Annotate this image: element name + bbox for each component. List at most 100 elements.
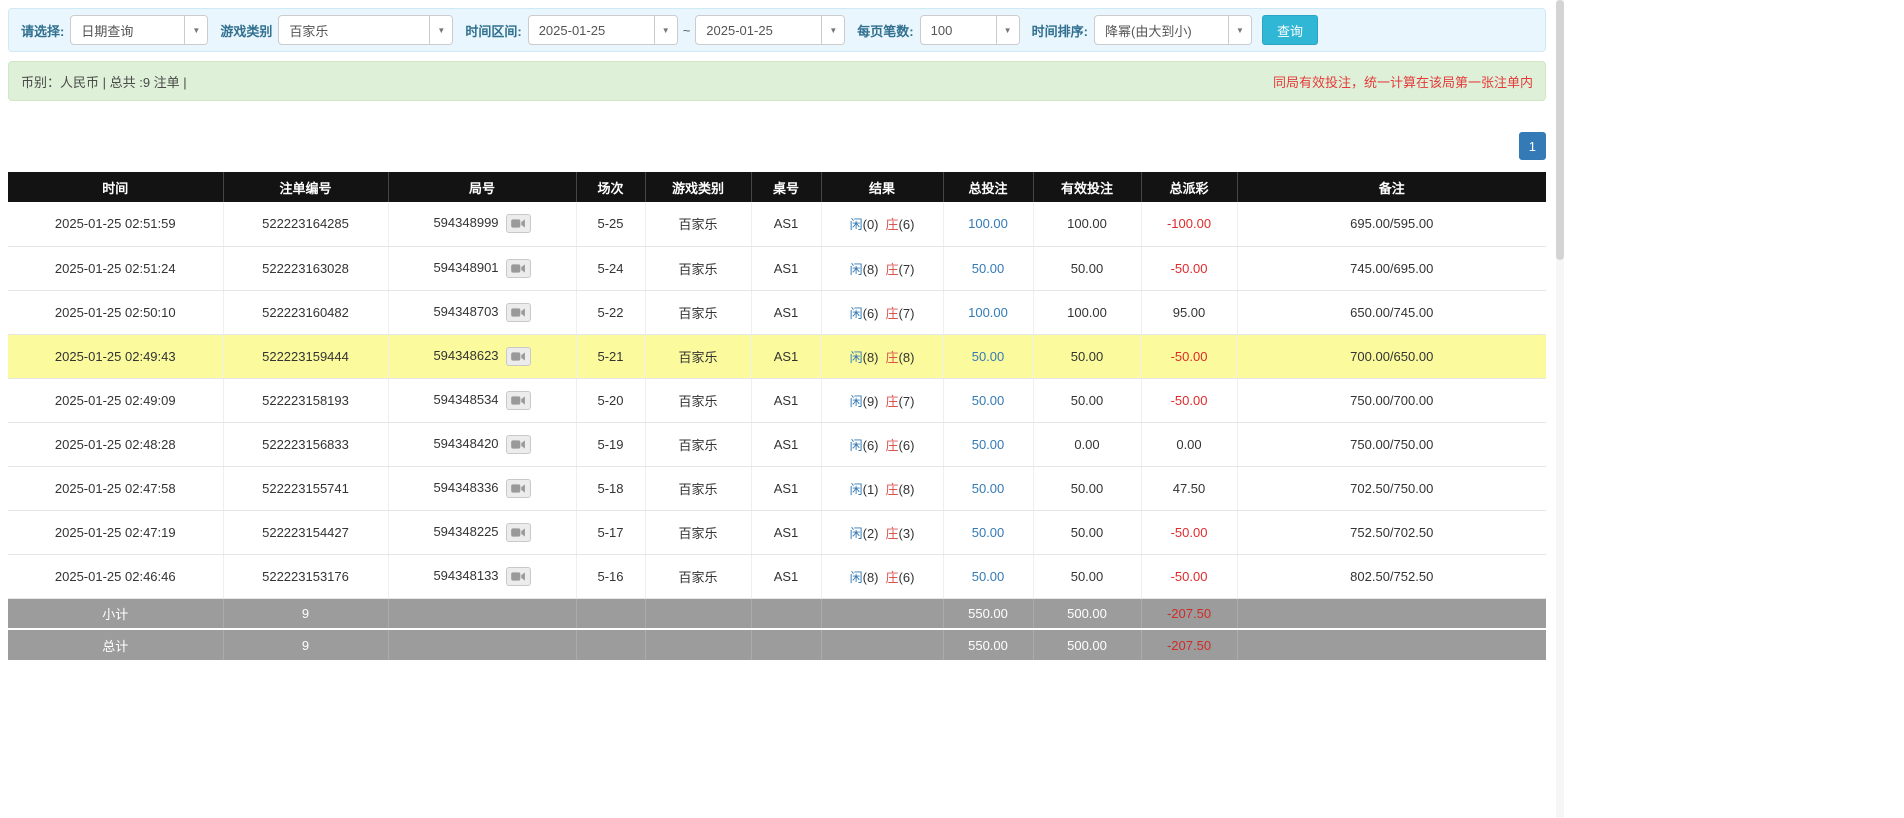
pagination-page-1-button[interactable]: 1 <box>1518 132 1546 160</box>
player-result-label: 闲 <box>849 305 863 321</box>
page-size-label: 每页笔数: <box>857 23 914 39</box>
payout-cell: -50.00 <box>1141 378 1238 423</box>
table-row: 2025-01-25 02:51:59 522223164285 5943489… <box>8 202 1546 247</box>
total-count: 9 <box>223 629 389 660</box>
round-id-cell: 594348336 <box>388 466 577 511</box>
column-header-9: 有效投注 <box>1033 172 1142 202</box>
round-id-cell: 594348623 <box>388 334 577 379</box>
bet-id-cell: 522223158193 <box>223 378 389 423</box>
query-type-select[interactable]: 日期查询 ▼ <box>70 15 209 45</box>
chevron-down-icon: ▼ <box>653 16 677 44</box>
game-category-cell: 百家乐 <box>645 290 752 335</box>
valid-bet-cell: 100.00 <box>1033 290 1142 335</box>
game-category-cell: 百家乐 <box>645 202 752 247</box>
page-size-select[interactable]: 100 ▼ <box>919 15 1020 45</box>
round-id-text: 594348336 <box>433 479 499 495</box>
remark-cell: 752.50/702.50 <box>1237 510 1546 555</box>
time-sort-select[interactable]: 降幂(由大到小) ▼ <box>1093 15 1252 45</box>
currency-summary-text: 币别：人民币 | 总共 :9 注单 | <box>21 74 187 90</box>
search-button[interactable]: 查询 <box>1261 15 1318 45</box>
session-cell: 5-20 <box>576 378 646 423</box>
column-header-5: 游戏类别 <box>645 172 752 202</box>
payout-cell: 47.50 <box>1141 466 1238 511</box>
time-cell: 2025-01-25 02:47:19 <box>8 510 224 555</box>
result-cell: 闲(2) 庄(3) <box>821 510 944 555</box>
total-bet-link[interactable]: 100.00 <box>943 290 1034 335</box>
video-replay-icon[interactable] <box>505 390 531 410</box>
table-row: 2025-01-25 02:48:28 522223156833 5943484… <box>8 422 1546 467</box>
banker-result-label: 庄 <box>885 217 899 233</box>
game-category-select[interactable]: 百家乐 ▼ <box>278 15 454 45</box>
banker-score: (6) <box>898 437 915 453</box>
bet-id-cell: 522223160482 <box>223 290 389 335</box>
table-row: 2025-01-25 02:51:24 522223163028 5943489… <box>8 246 1546 291</box>
banker-score: (3) <box>898 525 915 541</box>
player-result-label: 闲 <box>849 393 863 409</box>
banker-result-label: 庄 <box>885 481 899 497</box>
round-id-text: 594348901 <box>433 259 499 275</box>
chevron-down-icon: ▼ <box>995 16 1019 44</box>
table-row: 2025-01-25 02:49:43 522223159444 5943486… <box>8 334 1546 379</box>
video-replay-icon[interactable] <box>505 302 531 322</box>
payout-cell: -50.00 <box>1141 510 1238 555</box>
remark-cell: 650.00/745.00 <box>1237 290 1546 335</box>
banker-score: (8) <box>898 349 915 365</box>
table-body: 2025-01-25 02:51:59 522223164285 5943489… <box>8 202 1546 599</box>
video-replay-icon[interactable] <box>505 434 531 454</box>
round-id-text: 594348623 <box>433 347 499 363</box>
round-id-cell: 594348999 <box>388 202 577 247</box>
scrollbar-thumb[interactable] <box>1556 0 1564 260</box>
video-replay-icon[interactable] <box>505 522 531 542</box>
result-cell: 闲(6) 庄(7) <box>821 290 944 335</box>
subtotal-valid-bet: 500.00 <box>1033 598 1142 630</box>
session-cell: 5-16 <box>576 554 646 599</box>
chevron-down-icon: ▼ <box>184 16 208 44</box>
empty-cell <box>645 629 752 660</box>
table-number-cell: AS1 <box>751 246 822 291</box>
subtotal-row: 小计 9 550.00 500.00 -207.50 <box>8 598 1546 630</box>
round-id-cell: 594348534 <box>388 378 577 423</box>
column-header-11: 备注 <box>1237 172 1546 202</box>
remark-cell: 750.00/750.00 <box>1237 422 1546 467</box>
column-header-4: 场次 <box>576 172 646 202</box>
round-id-cell: 594348225 <box>388 510 577 555</box>
payout-cell: 95.00 <box>1141 290 1238 335</box>
bet-id-cell: 522223159444 <box>223 334 389 379</box>
video-replay-icon[interactable] <box>505 258 531 278</box>
time-cell: 2025-01-25 02:48:28 <box>8 422 224 467</box>
table-row: 2025-01-25 02:46:46 522223153176 5943481… <box>8 554 1546 599</box>
session-cell: 5-24 <box>576 246 646 291</box>
total-bet-link[interactable]: 50.00 <box>943 466 1034 511</box>
total-bet-link[interactable]: 50.00 <box>943 334 1034 379</box>
total-bet-link[interactable]: 50.00 <box>943 246 1034 291</box>
video-replay-icon[interactable] <box>505 478 531 498</box>
total-bet-link[interactable]: 50.00 <box>943 422 1034 467</box>
video-replay-icon[interactable] <box>505 346 531 366</box>
video-replay-icon[interactable] <box>505 214 531 234</box>
player-score: (8) <box>862 261 879 277</box>
total-total-bet: 550.00 <box>943 629 1034 660</box>
vertical-scrollbar[interactable] <box>1556 0 1564 818</box>
video-replay-icon[interactable] <box>505 566 531 586</box>
bet-id-cell: 522223155741 <box>223 466 389 511</box>
table-number-cell: AS1 <box>751 334 822 379</box>
header-row: 时间 注单编号 局号 场次 游戏类别 桌号 结果 总投注 有效投注 总派彩 备注 <box>8 172 1546 202</box>
banker-score: (7) <box>898 261 915 277</box>
valid-bet-cell: 0.00 <box>1033 422 1142 467</box>
date-from-select[interactable]: 2025-01-25 ▼ <box>527 15 678 45</box>
time-sort-value: 降幂(由大到小) <box>1104 23 1192 39</box>
bet-records-table: 时间 注单编号 局号 场次 游戏类别 桌号 结果 总投注 有效投注 总派彩 备注 2025-01-2… <box>8 172 1546 660</box>
player-result-label: 闲 <box>849 569 863 585</box>
game-category-cell: 百家乐 <box>645 554 752 599</box>
empty-cell <box>1237 598 1546 630</box>
total-bet-link[interactable]: 100.00 <box>943 202 1034 247</box>
date-to-select[interactable]: 2025-01-25 ▼ <box>695 15 846 45</box>
total-bet-link[interactable]: 50.00 <box>943 510 1034 555</box>
game-category-cell: 百家乐 <box>645 466 752 511</box>
result-cell: 闲(1) 庄(8) <box>821 466 944 511</box>
table-number-cell: AS1 <box>751 290 822 335</box>
chevron-down-icon: ▼ <box>821 16 845 44</box>
total-bet-link[interactable]: 50.00 <box>943 554 1034 599</box>
game-category-cell: 百家乐 <box>645 334 752 379</box>
total-bet-link[interactable]: 50.00 <box>943 378 1034 423</box>
